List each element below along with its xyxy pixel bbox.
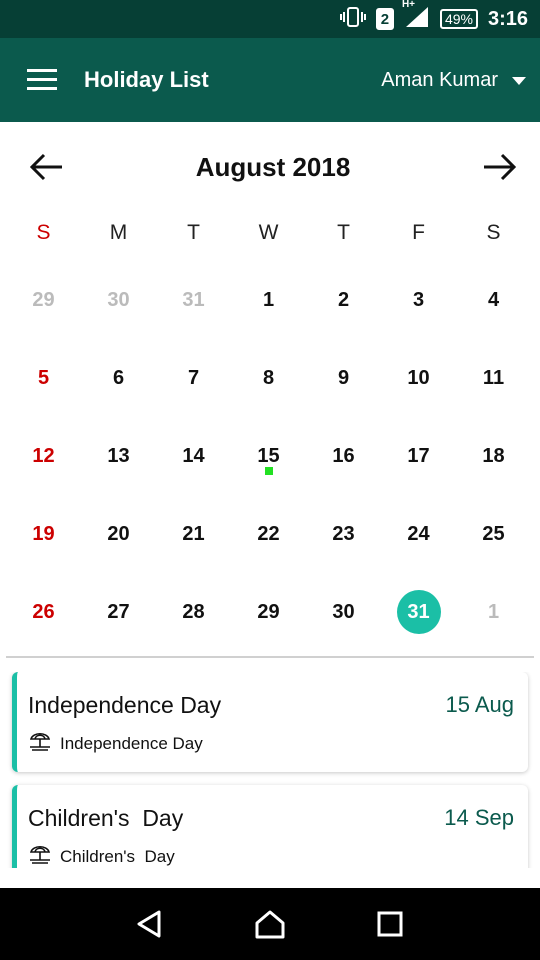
- recents-button[interactable]: [360, 894, 420, 954]
- holiday-card[interactable]: Independence Day 15 Aug Independence Day: [12, 672, 528, 772]
- home-icon: [255, 910, 285, 939]
- day-cell[interactable]: 18: [456, 417, 531, 495]
- weekday-label: S: [486, 221, 501, 244]
- day-cell[interactable]: 11: [456, 339, 531, 417]
- holiday-list: Independence Day 15 Aug Independence Day…: [0, 672, 540, 868]
- day-cell[interactable]: 31: [156, 261, 231, 339]
- day-cell[interactable]: 23: [306, 495, 381, 573]
- day-cell[interactable]: 13: [81, 417, 156, 495]
- weekday-label: M: [109, 221, 128, 244]
- next-month-button[interactable]: [480, 147, 520, 187]
- day-cell[interactable]: 24: [381, 495, 456, 573]
- week-row: 26 27 28 29 30 31 1: [6, 573, 534, 651]
- day-cell[interactable]: 25: [456, 495, 531, 573]
- day-number: 15: [257, 444, 280, 467]
- day-cell[interactable]: 7: [156, 339, 231, 417]
- beach-umbrella-icon: [28, 730, 52, 757]
- weekday-label: S: [36, 221, 51, 244]
- holiday-date: 15 Aug: [445, 692, 514, 717]
- month-label: August 2018: [195, 151, 351, 182]
- calendar-grid: S M T W T F S 29 30 31 1 2 3 4 5 6 7 8 9…: [6, 205, 534, 651]
- battery-indicator: 49%: [439, 9, 478, 29]
- day-cell-selected[interactable]: 31: [381, 573, 456, 651]
- day-cell[interactable]: 21: [156, 495, 231, 573]
- day-cell[interactable]: 8: [231, 339, 306, 417]
- selected-day-badge: 31: [396, 590, 441, 634]
- home-button[interactable]: [240, 894, 300, 954]
- prev-month-button[interactable]: [26, 147, 66, 187]
- holiday-card[interactable]: Children's Day 14 Sep Children's Day: [12, 785, 528, 868]
- network-type: H+: [401, 0, 415, 10]
- week-row: 5 6 7 8 9 10 11: [6, 339, 534, 417]
- weekday-label: F: [412, 221, 425, 244]
- day-cell[interactable]: 27: [81, 573, 156, 651]
- hamburger-icon[interactable]: [0, 38, 84, 122]
- day-cell[interactable]: 5: [6, 339, 81, 417]
- status-bar: 2 H+ 49% 3:16: [0, 0, 540, 38]
- day-cell[interactable]: 14: [156, 417, 231, 495]
- holiday-detail-text: Independence Day: [60, 733, 203, 753]
- recents-square-icon: [377, 911, 403, 937]
- weekday-label: T: [187, 221, 200, 244]
- day-cell[interactable]: 29: [231, 573, 306, 651]
- day-cell[interactable]: 4: [456, 261, 531, 339]
- back-button[interactable]: [120, 894, 180, 954]
- day-cell[interactable]: 30: [306, 573, 381, 651]
- day-cell[interactable]: 1: [456, 573, 531, 651]
- holiday-date: 14 Sep: [444, 805, 514, 830]
- day-cell[interactable]: 6: [81, 339, 156, 417]
- day-cell[interactable]: 1: [231, 261, 306, 339]
- holiday-detail: Children's Day: [28, 843, 175, 868]
- user-dropdown[interactable]: Aman Kumar: [381, 38, 526, 122]
- day-cell[interactable]: 3: [381, 261, 456, 339]
- system-nav-bar: [0, 888, 540, 960]
- signal-icon: H+: [402, 0, 430, 34]
- day-cell[interactable]: 16: [306, 417, 381, 495]
- day-cell[interactable]: 28: [156, 573, 231, 651]
- day-cell[interactable]: 26: [6, 573, 81, 651]
- day-cell[interactable]: 19: [6, 495, 81, 573]
- holiday-name: Independence Day: [28, 692, 222, 718]
- day-cell[interactable]: 17: [381, 417, 456, 495]
- sim-slot-badge: 2: [375, 8, 394, 30]
- holiday-name: Children's Day: [28, 805, 184, 831]
- holiday-detail-text: Children's Day: [60, 846, 175, 866]
- beach-umbrella-icon: [28, 843, 52, 868]
- week-row: 19 20 21 22 23 24 25: [6, 495, 534, 573]
- week-row: 12 13 14 15 16 17 18: [6, 417, 534, 495]
- calendar-header: August 2018: [0, 122, 540, 212]
- weekday-header-row: S M T W T F S: [6, 205, 534, 261]
- holiday-detail: Independence Day: [28, 730, 203, 757]
- week-row: 29 30 31 1 2 3 4: [6, 261, 534, 339]
- app-bar: Holiday List Aman Kumar: [0, 38, 540, 122]
- day-cell[interactable]: 9: [306, 339, 381, 417]
- day-cell[interactable]: 22: [231, 495, 306, 573]
- holiday-marker: [265, 467, 273, 475]
- day-cell[interactable]: 30: [81, 261, 156, 339]
- day-cell[interactable]: 12: [6, 417, 81, 495]
- divider: [6, 656, 534, 658]
- caret-down-icon: [512, 69, 526, 92]
- day-cell[interactable]: 29: [6, 261, 81, 339]
- day-cell[interactable]: 10: [381, 339, 456, 417]
- arrow-left-icon: [29, 153, 62, 181]
- arrow-right-icon: [483, 153, 517, 181]
- day-cell[interactable]: 20: [81, 495, 156, 573]
- clock: 3:16: [487, 7, 528, 30]
- day-cell-holiday[interactable]: 15: [231, 417, 306, 495]
- page-title: Holiday List: [84, 67, 209, 92]
- day-cell[interactable]: 2: [306, 261, 381, 339]
- user-name: Aman Kumar: [381, 68, 498, 91]
- vibrate-icon: [339, 6, 366, 33]
- weekday-label: W: [258, 221, 279, 244]
- weekday-label: T: [337, 221, 350, 244]
- back-triangle-icon: [137, 910, 161, 938]
